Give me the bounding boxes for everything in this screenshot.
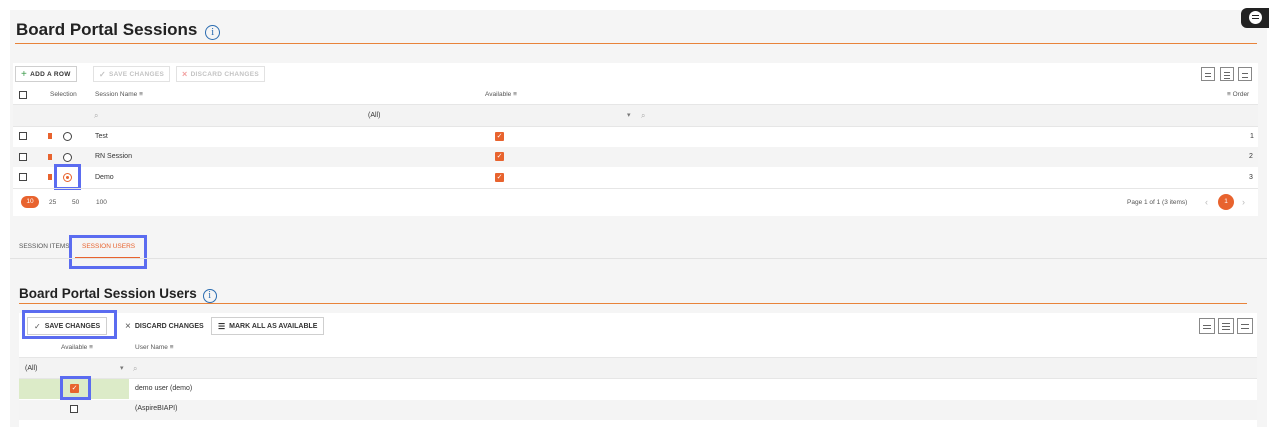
plus-icon: + [21, 68, 28, 80]
col-available[interactable]: Available ≡ [61, 344, 93, 351]
filter-icon[interactable]: ≡ [1227, 91, 1231, 98]
filter-icon[interactable]: ≡ [170, 344, 174, 351]
mark-all-available-button[interactable]: ☰ MARK ALL AS AVAILABLE [211, 317, 325, 335]
filter-icon[interactable]: ≡ [513, 91, 517, 98]
chevron-down-icon[interactable]: ▾ [120, 364, 124, 372]
table-row[interactable] [19, 400, 1257, 420]
session-name-cell: Test [95, 133, 108, 140]
print-icon[interactable] [1201, 67, 1215, 81]
table-row[interactable] [13, 167, 1258, 187]
available-filter-select[interactable]: (All) [25, 365, 37, 372]
section-title: Board Portal Session Users i [19, 286, 217, 303]
page-title: Board Portal Sessions i [16, 20, 221, 40]
page-size-25[interactable]: 25 [49, 199, 56, 206]
chevron-down-icon[interactable]: ▾ [627, 111, 631, 119]
available-checkbox[interactable]: ✓ [495, 132, 504, 141]
available-filter-select[interactable]: (All) [368, 112, 380, 119]
row-checkbox[interactable] [19, 132, 27, 140]
list-icon: ☰ [218, 321, 226, 331]
session-name-cell: Demo [95, 174, 114, 181]
delete-icon[interactable] [48, 133, 52, 139]
filter-icon[interactable]: ≡ [139, 91, 143, 98]
title-rule [15, 43, 1257, 44]
add-row-button[interactable]: + ADD A ROW [15, 66, 77, 82]
filter-icon[interactable]: ≡ [89, 344, 93, 351]
check-icon: ✓ [99, 69, 107, 79]
menu-button[interactable] [1241, 8, 1269, 28]
save-changes-button-disabled[interactable]: ✓ SAVE CHANGES [93, 66, 171, 82]
checkbox-highlight [60, 376, 91, 400]
row-checkbox[interactable] [19, 173, 27, 181]
page-size-10[interactable]: 10 [21, 196, 39, 208]
search-icon[interactable]: ⌕ [133, 364, 137, 374]
row-checkbox[interactable] [19, 153, 27, 161]
order-cell: 1 [1250, 133, 1254, 140]
search-icon[interactable]: ⌕ [94, 111, 98, 121]
col-session-name[interactable]: Session Name ≡ [95, 91, 143, 98]
order-cell: 2 [1249, 153, 1253, 160]
available-checkbox[interactable] [70, 405, 78, 413]
filter-row [19, 358, 1257, 378]
order-cell: 3 [1249, 174, 1253, 181]
chevron-left-icon[interactable]: ‹ [1205, 197, 1208, 207]
delete-icon[interactable] [48, 174, 52, 180]
page-size-100[interactable]: 100 [96, 199, 107, 206]
close-icon: × [125, 320, 131, 332]
selection-radio[interactable] [63, 153, 72, 162]
print-icon[interactable] [1199, 318, 1215, 334]
discard-changes-button[interactable]: × DISCARD CHANGES [118, 317, 211, 335]
available-checkbox[interactable]: ✓ [495, 152, 504, 161]
selection-highlight [54, 164, 81, 190]
filter-row [13, 105, 1258, 126]
page-size-50[interactable]: 50 [72, 199, 79, 206]
info-icon[interactable]: i [205, 25, 221, 40]
discard-changes-button-disabled[interactable]: × DISCARD CHANGES [176, 66, 265, 82]
menu-icon [1249, 11, 1262, 24]
divider [13, 188, 1258, 189]
table-row[interactable] [13, 147, 1258, 167]
page-info: Page 1 of 1 (3 items) [1127, 199, 1188, 206]
table-row[interactable] [19, 379, 1257, 399]
tab-divider [10, 258, 1267, 259]
export-pdf-icon[interactable] [1238, 67, 1252, 81]
table-row[interactable] [13, 127, 1258, 147]
session-name-cell: RN Session [95, 153, 132, 160]
export-excel-icon[interactable] [1220, 67, 1234, 81]
user-name-cell: (AspireBIAPI) [135, 405, 178, 412]
col-available[interactable]: Available ≡ [485, 91, 517, 98]
page-1-button[interactable]: 1 [1218, 194, 1234, 210]
info-icon[interactable]: i [202, 289, 217, 303]
selection-radio[interactable] [63, 132, 72, 141]
user-name-cell: demo user (demo) [135, 385, 193, 392]
col-order[interactable]: ≡ Order [1227, 91, 1249, 98]
close-icon: × [182, 69, 188, 79]
select-all-checkbox[interactable] [19, 91, 27, 99]
search-icon[interactable]: ⌕ [641, 111, 645, 121]
delete-icon[interactable] [48, 154, 52, 160]
tab-session-items[interactable]: SESSION ITEMS [19, 243, 70, 250]
export-excel-icon[interactable] [1218, 318, 1234, 334]
chevron-right-icon[interactable]: › [1242, 197, 1245, 207]
tab-highlight [69, 235, 147, 269]
col-selection: Selection [50, 91, 77, 98]
available-checkbox[interactable]: ✓ [495, 173, 504, 182]
section-rule [19, 303, 1247, 304]
export-pdf-icon[interactable] [1237, 318, 1253, 334]
save-highlight [22, 310, 117, 339]
col-user-name[interactable]: User Name ≡ [135, 344, 173, 351]
